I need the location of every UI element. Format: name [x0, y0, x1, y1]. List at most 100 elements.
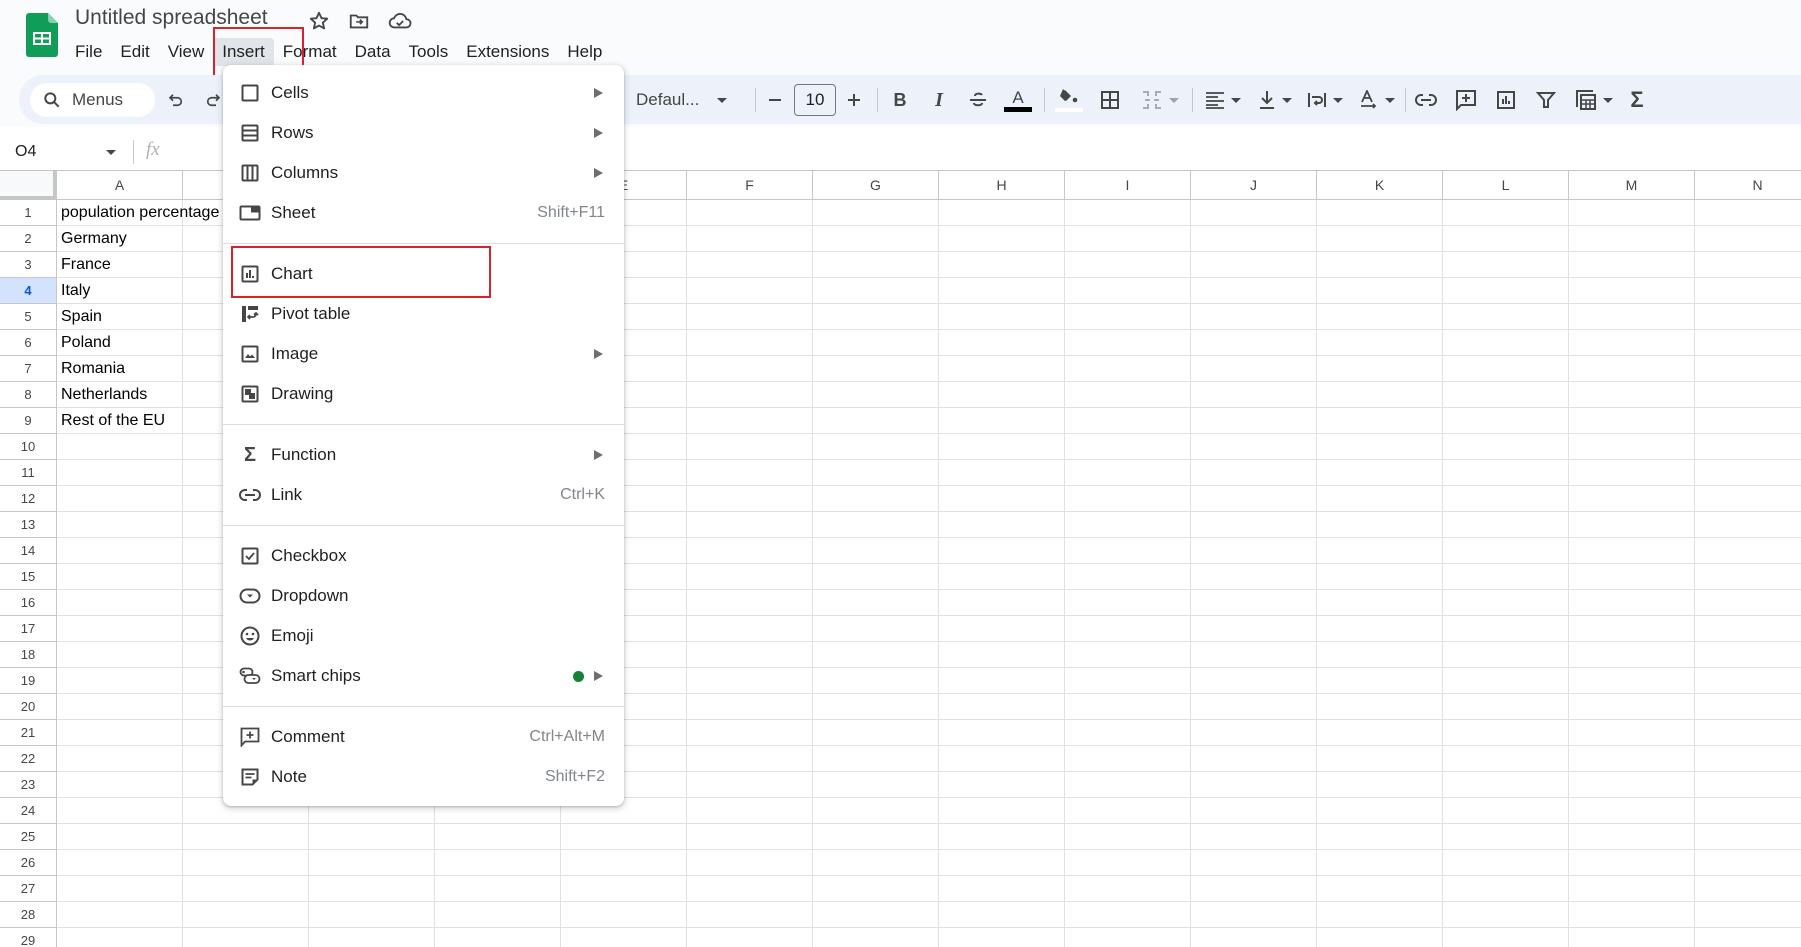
menu-item-smart-chips[interactable]: Smart chips — [223, 656, 624, 696]
name-box[interactable]: O4 — [15, 143, 36, 161]
menu-help[interactable]: Help — [558, 38, 611, 66]
cell-A2[interactable]: Germany — [61, 226, 127, 252]
row-header-14[interactable]: 14 — [0, 538, 57, 564]
menu-item-chart[interactable]: Chart — [223, 254, 624, 294]
menu-item-drawing[interactable]: Drawing — [223, 374, 624, 414]
row-header-27[interactable]: 27 — [0, 876, 57, 902]
menu-item-comment[interactable]: Comment Ctrl+Alt+M — [223, 717, 624, 757]
column-header-H[interactable]: H — [939, 170, 1065, 200]
row-header-4[interactable]: 4 — [0, 278, 57, 304]
menu-edit[interactable]: Edit — [111, 38, 158, 66]
text-rotation-button[interactable] — [1354, 87, 1400, 113]
horizontal-align-button[interactable] — [1200, 87, 1246, 113]
row-header-6[interactable]: 6 — [0, 330, 57, 356]
row-header-24[interactable]: 24 — [0, 798, 57, 824]
column-header-I[interactable]: I — [1065, 170, 1191, 200]
menu-insert[interactable]: Insert — [213, 38, 274, 66]
document-title[interactable]: Untitled spreadsheet — [75, 6, 268, 30]
column-header-A[interactable]: A — [57, 170, 183, 200]
menu-file[interactable]: File — [66, 38, 111, 66]
vertical-align-button[interactable] — [1252, 87, 1298, 113]
menu-item-emoji[interactable]: Emoji — [223, 616, 624, 656]
menu-item-function[interactable]: Σ Function — [223, 435, 624, 475]
cell-A3[interactable]: France — [61, 252, 111, 278]
menu-extensions[interactable]: Extensions — [457, 38, 558, 66]
column-header-L[interactable]: L — [1443, 170, 1569, 200]
menu-item-rows[interactable]: Rows — [223, 113, 624, 153]
insert-link-button[interactable] — [1414, 87, 1438, 113]
fill-color-button[interactable] — [1055, 87, 1083, 113]
search-menus-button[interactable]: Menus — [30, 83, 155, 117]
menu-view[interactable]: View — [159, 38, 214, 66]
cell-A5[interactable]: Spain — [61, 304, 102, 330]
column-header-N[interactable]: N — [1695, 170, 1801, 200]
row-header-11[interactable]: 11 — [0, 460, 57, 486]
name-box-dropdown-icon[interactable] — [106, 150, 116, 155]
table-button[interactable] — [1570, 87, 1618, 113]
row-header-3[interactable]: 3 — [0, 252, 57, 278]
column-header-J[interactable]: J — [1191, 170, 1317, 200]
menu-item-pivot-table[interactable]: Pivot table — [223, 294, 624, 334]
bold-button[interactable]: B — [889, 87, 911, 113]
menu-item-checkbox[interactable]: Checkbox — [223, 536, 624, 576]
insert-comment-button[interactable] — [1454, 87, 1478, 113]
menu-data[interactable]: Data — [346, 38, 400, 66]
text-wrapping-button[interactable] — [1302, 87, 1348, 113]
cell-A9[interactable]: Rest of the EU — [61, 408, 165, 434]
row-header-18[interactable]: 18 — [0, 642, 57, 668]
menu-item-sheet[interactable]: Sheet Shift+F11 — [223, 193, 624, 233]
strikethrough-button[interactable] — [966, 87, 990, 113]
column-header-F[interactable]: F — [687, 170, 813, 200]
column-header-G[interactable]: G — [813, 170, 939, 200]
menu-item-dropdown[interactable]: Dropdown — [223, 576, 624, 616]
cell-A4[interactable]: Italy — [61, 278, 90, 304]
menu-item-note[interactable]: Note Shift+F2 — [223, 757, 624, 797]
cell-A8[interactable]: Netherlands — [61, 382, 147, 408]
cell-A7[interactable]: Romania — [61, 356, 125, 382]
row-header-25[interactable]: 25 — [0, 824, 57, 850]
cloud-saved-icon[interactable] — [388, 10, 412, 32]
star-icon[interactable] — [308, 10, 330, 32]
menu-item-link[interactable]: Link Ctrl+K — [223, 475, 624, 515]
row-header-8[interactable]: 8 — [0, 382, 57, 408]
increase-font-size-button[interactable] — [844, 87, 864, 113]
row-header-9[interactable]: 9 — [0, 408, 57, 434]
select-all-corner[interactable] — [0, 170, 57, 200]
row-header-22[interactable]: 22 — [0, 746, 57, 772]
column-header-M[interactable]: M — [1569, 170, 1695, 200]
insert-chart-button[interactable] — [1494, 87, 1518, 113]
decrease-font-size-button[interactable] — [765, 87, 785, 113]
row-header-20[interactable]: 20 — [0, 694, 57, 720]
row-header-21[interactable]: 21 — [0, 720, 57, 746]
cell-A1[interactable]: population percentage — [61, 200, 219, 226]
row-header-19[interactable]: 19 — [0, 668, 57, 694]
sheets-logo[interactable] — [26, 13, 58, 57]
row-header-15[interactable]: 15 — [0, 564, 57, 590]
row-header-12[interactable]: 12 — [0, 486, 57, 512]
menu-tools[interactable]: Tools — [400, 38, 458, 66]
create-filter-button[interactable] — [1534, 87, 1558, 113]
italic-button[interactable]: I — [928, 87, 950, 113]
menu-item-image[interactable]: Image — [223, 334, 624, 374]
row-header-10[interactable]: 10 — [0, 434, 57, 460]
borders-button[interactable] — [1099, 87, 1121, 113]
row-header-23[interactable]: 23 — [0, 772, 57, 798]
row-header-16[interactable]: 16 — [0, 590, 57, 616]
move-to-folder-icon[interactable] — [348, 10, 370, 32]
row-header-29[interactable]: 29 — [0, 928, 57, 947]
row-header-2[interactable]: 2 — [0, 226, 57, 252]
row-header-5[interactable]: 5 — [0, 304, 57, 330]
row-header-26[interactable]: 26 — [0, 850, 57, 876]
row-header-1[interactable]: 1 — [0, 200, 57, 226]
menu-item-cells[interactable]: Cells — [223, 73, 624, 113]
column-header-K[interactable]: K — [1317, 170, 1443, 200]
row-header-13[interactable]: 13 — [0, 512, 57, 538]
text-color-button[interactable]: A — [1004, 87, 1032, 113]
merge-cells-button[interactable] — [1137, 87, 1183, 113]
row-header-17[interactable]: 17 — [0, 616, 57, 642]
font-family-select[interactable]: Defaul... — [636, 87, 746, 113]
row-header-7[interactable]: 7 — [0, 356, 57, 382]
font-size-input[interactable]: 10 — [794, 84, 836, 116]
undo-button[interactable] — [165, 87, 187, 113]
cell-A6[interactable]: Poland — [61, 330, 111, 356]
